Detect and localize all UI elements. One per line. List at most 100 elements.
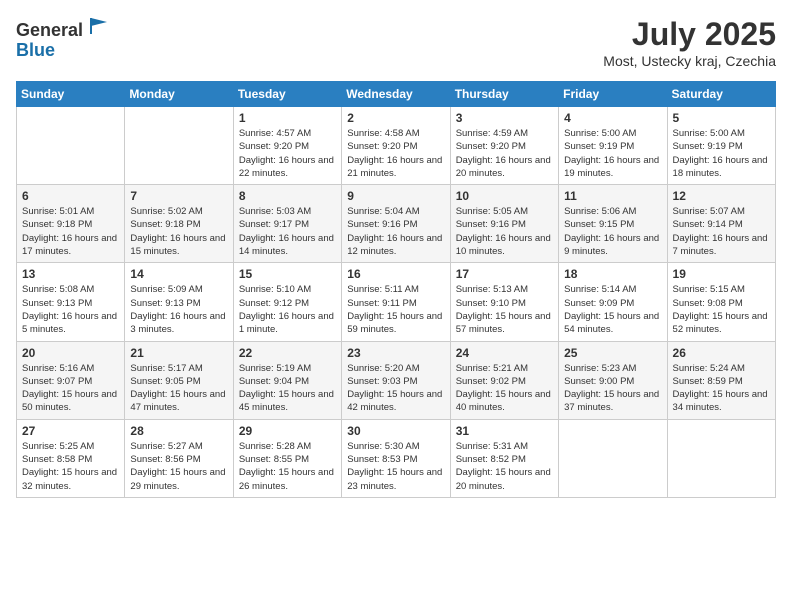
calendar-week-row: 27 Sunrise: 5:25 AMSunset: 8:58 PMDaylig… [17, 419, 776, 497]
calendar-week-row: 13 Sunrise: 5:08 AMSunset: 9:13 PMDaylig… [17, 263, 776, 341]
calendar-cell: 8 Sunrise: 5:03 AMSunset: 9:17 PMDayligh… [233, 185, 341, 263]
day-number: 31 [456, 424, 553, 438]
day-number: 30 [347, 424, 444, 438]
day-number: 17 [456, 267, 553, 281]
calendar-cell: 7 Sunrise: 5:02 AMSunset: 9:18 PMDayligh… [125, 185, 233, 263]
day-info: Sunrise: 5:00 AMSunset: 9:19 PMDaylight:… [564, 127, 661, 180]
calendar-cell: 9 Sunrise: 5:04 AMSunset: 9:16 PMDayligh… [342, 185, 450, 263]
day-number: 28 [130, 424, 227, 438]
title-area: July 2025 Most, Ustecky kraj, Czechia [603, 16, 776, 69]
day-info: Sunrise: 4:59 AMSunset: 9:20 PMDaylight:… [456, 127, 553, 180]
day-info: Sunrise: 5:07 AMSunset: 9:14 PMDaylight:… [673, 205, 770, 258]
month-title: July 2025 [603, 16, 776, 53]
day-number: 24 [456, 346, 553, 360]
day-number: 22 [239, 346, 336, 360]
day-number: 15 [239, 267, 336, 281]
logo: General Blue [16, 16, 109, 61]
calendar-cell: 24 Sunrise: 5:21 AMSunset: 9:02 PMDaylig… [450, 341, 558, 419]
day-number: 7 [130, 189, 227, 203]
weekday-header-cell: Thursday [450, 82, 558, 107]
calendar-cell: 11 Sunrise: 5:06 AMSunset: 9:15 PMDaylig… [559, 185, 667, 263]
day-info: Sunrise: 5:08 AMSunset: 9:13 PMDaylight:… [22, 283, 119, 336]
day-number: 12 [673, 189, 770, 203]
day-number: 2 [347, 111, 444, 125]
day-info: Sunrise: 5:23 AMSunset: 9:00 PMDaylight:… [564, 362, 661, 415]
day-info: Sunrise: 5:30 AMSunset: 8:53 PMDaylight:… [347, 440, 444, 493]
calendar-week-row: 20 Sunrise: 5:16 AMSunset: 9:07 PMDaylig… [17, 341, 776, 419]
day-info: Sunrise: 5:00 AMSunset: 9:19 PMDaylight:… [673, 127, 770, 180]
day-info: Sunrise: 4:57 AMSunset: 9:20 PMDaylight:… [239, 127, 336, 180]
calendar-cell [125, 107, 233, 185]
calendar-cell: 31 Sunrise: 5:31 AMSunset: 8:52 PMDaylig… [450, 419, 558, 497]
day-number: 11 [564, 189, 661, 203]
day-number: 4 [564, 111, 661, 125]
weekday-header-row: SundayMondayTuesdayWednesdayThursdayFrid… [17, 82, 776, 107]
calendar-cell: 28 Sunrise: 5:27 AMSunset: 8:56 PMDaylig… [125, 419, 233, 497]
calendar-week-row: 6 Sunrise: 5:01 AMSunset: 9:18 PMDayligh… [17, 185, 776, 263]
calendar-cell: 16 Sunrise: 5:11 AMSunset: 9:11 PMDaylig… [342, 263, 450, 341]
day-number: 25 [564, 346, 661, 360]
day-info: Sunrise: 5:17 AMSunset: 9:05 PMDaylight:… [130, 362, 227, 415]
day-number: 6 [22, 189, 119, 203]
calendar-body: 1 Sunrise: 4:57 AMSunset: 9:20 PMDayligh… [17, 107, 776, 498]
day-info: Sunrise: 5:14 AMSunset: 9:09 PMDaylight:… [564, 283, 661, 336]
day-info: Sunrise: 5:28 AMSunset: 8:55 PMDaylight:… [239, 440, 336, 493]
day-number: 3 [456, 111, 553, 125]
calendar-cell: 20 Sunrise: 5:16 AMSunset: 9:07 PMDaylig… [17, 341, 125, 419]
day-number: 10 [456, 189, 553, 203]
calendar-cell: 21 Sunrise: 5:17 AMSunset: 9:05 PMDaylig… [125, 341, 233, 419]
day-info: Sunrise: 5:10 AMSunset: 9:12 PMDaylight:… [239, 283, 336, 336]
logo-general-text: General [16, 20, 83, 40]
day-number: 18 [564, 267, 661, 281]
logo-flag-icon [89, 16, 109, 36]
day-info: Sunrise: 5:15 AMSunset: 9:08 PMDaylight:… [673, 283, 770, 336]
calendar-week-row: 1 Sunrise: 4:57 AMSunset: 9:20 PMDayligh… [17, 107, 776, 185]
day-number: 16 [347, 267, 444, 281]
calendar-cell: 25 Sunrise: 5:23 AMSunset: 9:00 PMDaylig… [559, 341, 667, 419]
day-number: 27 [22, 424, 119, 438]
day-number: 13 [22, 267, 119, 281]
day-info: Sunrise: 5:27 AMSunset: 8:56 PMDaylight:… [130, 440, 227, 493]
day-info: Sunrise: 5:04 AMSunset: 9:16 PMDaylight:… [347, 205, 444, 258]
weekday-header-cell: Saturday [667, 82, 775, 107]
day-number: 21 [130, 346, 227, 360]
day-info: Sunrise: 5:09 AMSunset: 9:13 PMDaylight:… [130, 283, 227, 336]
day-info: Sunrise: 4:58 AMSunset: 9:20 PMDaylight:… [347, 127, 444, 180]
calendar-cell: 26 Sunrise: 5:24 AMSunset: 8:59 PMDaylig… [667, 341, 775, 419]
calendar-cell: 15 Sunrise: 5:10 AMSunset: 9:12 PMDaylig… [233, 263, 341, 341]
calendar-cell: 14 Sunrise: 5:09 AMSunset: 9:13 PMDaylig… [125, 263, 233, 341]
day-info: Sunrise: 5:21 AMSunset: 9:02 PMDaylight:… [456, 362, 553, 415]
calendar-cell: 17 Sunrise: 5:13 AMSunset: 9:10 PMDaylig… [450, 263, 558, 341]
calendar-cell: 22 Sunrise: 5:19 AMSunset: 9:04 PMDaylig… [233, 341, 341, 419]
weekday-header-cell: Wednesday [342, 82, 450, 107]
weekday-header-cell: Monday [125, 82, 233, 107]
calendar-cell: 19 Sunrise: 5:15 AMSunset: 9:08 PMDaylig… [667, 263, 775, 341]
day-info: Sunrise: 5:20 AMSunset: 9:03 PMDaylight:… [347, 362, 444, 415]
calendar-cell: 1 Sunrise: 4:57 AMSunset: 9:20 PMDayligh… [233, 107, 341, 185]
calendar-cell: 13 Sunrise: 5:08 AMSunset: 9:13 PMDaylig… [17, 263, 125, 341]
calendar-cell: 5 Sunrise: 5:00 AMSunset: 9:19 PMDayligh… [667, 107, 775, 185]
location-title: Most, Ustecky kraj, Czechia [603, 53, 776, 69]
day-info: Sunrise: 5:01 AMSunset: 9:18 PMDaylight:… [22, 205, 119, 258]
day-info: Sunrise: 5:19 AMSunset: 9:04 PMDaylight:… [239, 362, 336, 415]
day-number: 29 [239, 424, 336, 438]
calendar-cell: 27 Sunrise: 5:25 AMSunset: 8:58 PMDaylig… [17, 419, 125, 497]
day-number: 5 [673, 111, 770, 125]
calendar-cell: 18 Sunrise: 5:14 AMSunset: 9:09 PMDaylig… [559, 263, 667, 341]
calendar-cell: 3 Sunrise: 4:59 AMSunset: 9:20 PMDayligh… [450, 107, 558, 185]
calendar-cell: 30 Sunrise: 5:30 AMSunset: 8:53 PMDaylig… [342, 419, 450, 497]
day-info: Sunrise: 5:11 AMSunset: 9:11 PMDaylight:… [347, 283, 444, 336]
day-number: 14 [130, 267, 227, 281]
day-info: Sunrise: 5:24 AMSunset: 8:59 PMDaylight:… [673, 362, 770, 415]
calendar: SundayMondayTuesdayWednesdayThursdayFrid… [16, 81, 776, 498]
day-info: Sunrise: 5:31 AMSunset: 8:52 PMDaylight:… [456, 440, 553, 493]
logo-blue-text: Blue [16, 40, 55, 60]
day-number: 9 [347, 189, 444, 203]
header: General Blue July 2025 Most, Ustecky kra… [16, 16, 776, 69]
calendar-cell [17, 107, 125, 185]
calendar-cell: 29 Sunrise: 5:28 AMSunset: 8:55 PMDaylig… [233, 419, 341, 497]
day-number: 23 [347, 346, 444, 360]
weekday-header-cell: Tuesday [233, 82, 341, 107]
day-info: Sunrise: 5:02 AMSunset: 9:18 PMDaylight:… [130, 205, 227, 258]
day-info: Sunrise: 5:13 AMSunset: 9:10 PMDaylight:… [456, 283, 553, 336]
